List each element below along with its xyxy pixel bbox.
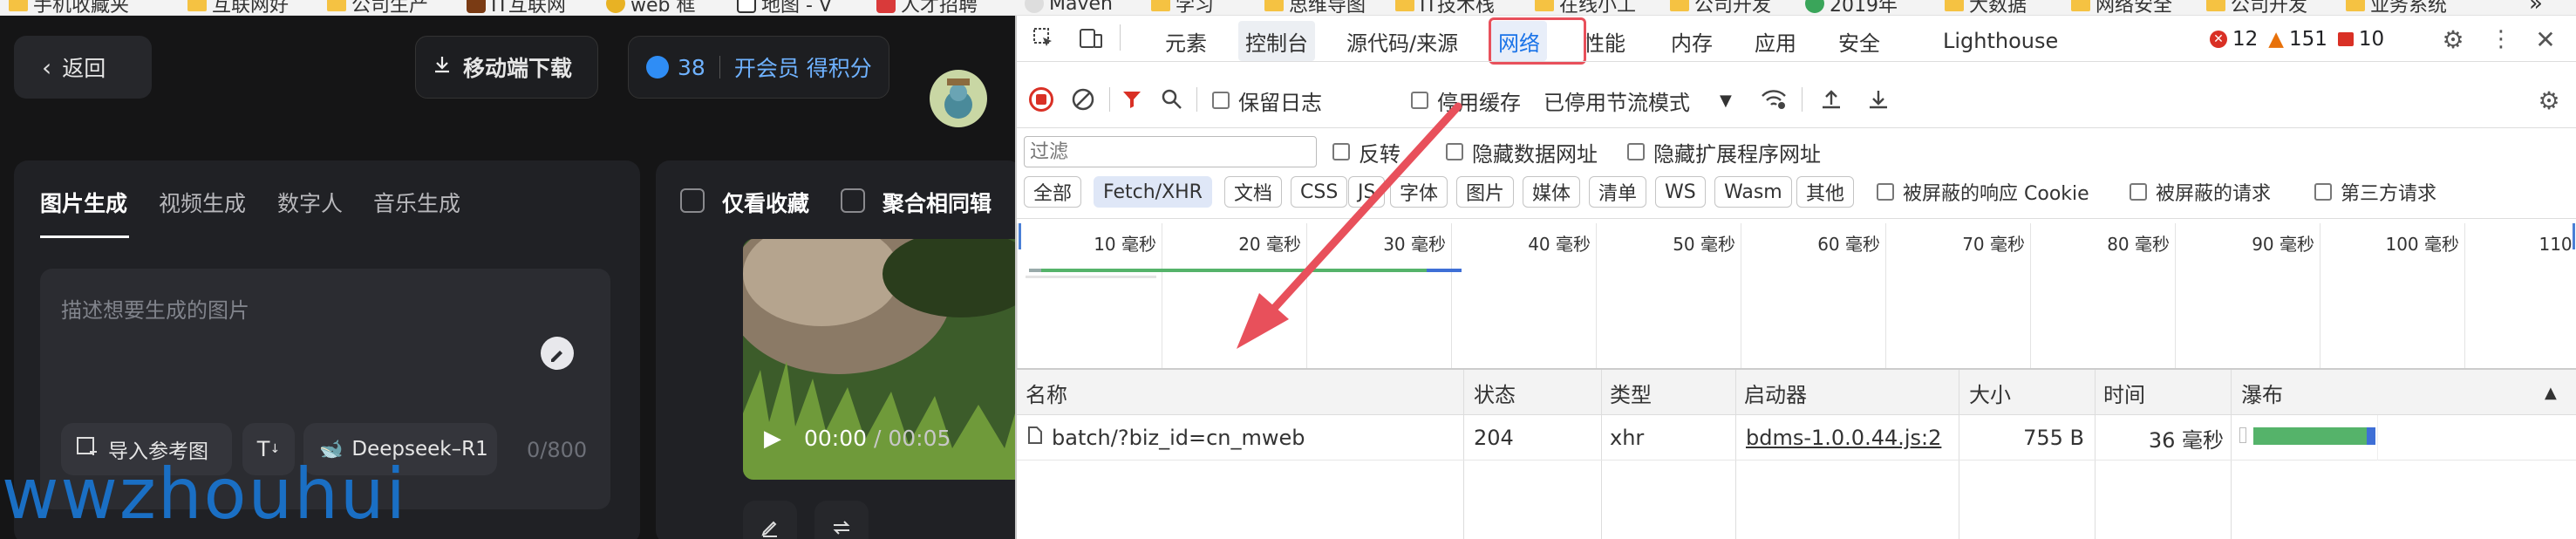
annotation-arrow: [1237, 102, 1462, 349]
